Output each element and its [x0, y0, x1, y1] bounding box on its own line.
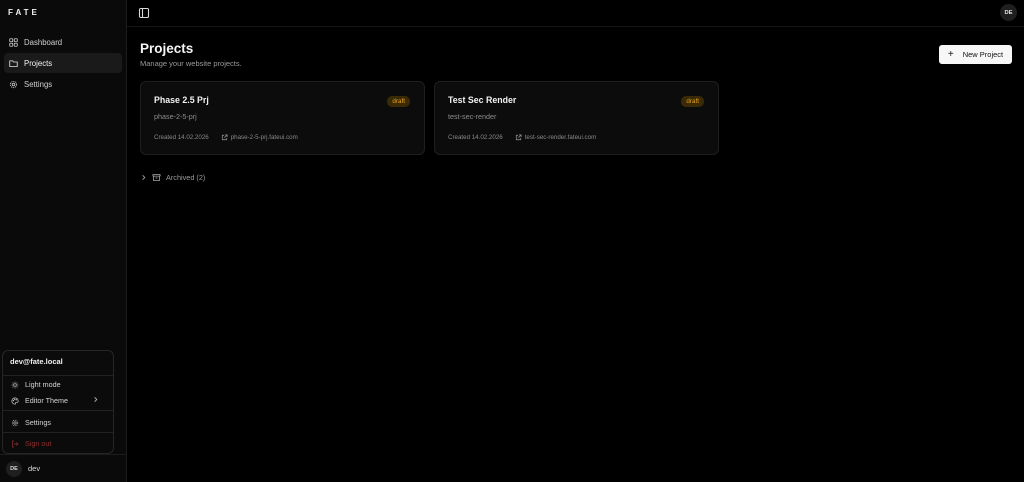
sign-out-icon: [12, 440, 19, 447]
project-name: Test Sec Render: [448, 95, 517, 105]
project-domain-link[interactable]: phase-2-5-prj.fateui.com: [231, 134, 298, 141]
chevron-right-icon: [142, 175, 146, 180]
sidebar-nav: Dashboard Projects Settings: [4, 32, 122, 96]
folder-icon: [9, 60, 18, 67]
page-title: Projects: [140, 41, 194, 56]
menu-item-label: Settings: [25, 418, 51, 427]
project-meta: Created 14.02.2026 phase-2-5-prj.fateui.…: [154, 134, 298, 141]
user-menu: dev@fate.local Light mode Editor Theme S…: [2, 350, 114, 454]
user-email: dev@fate.local: [10, 357, 63, 366]
menu-item-sign-out[interactable]: Sign out: [6, 436, 111, 451]
menu-divider: [3, 375, 113, 376]
app-root: FATE Dashboard Projects Settings DE dev …: [0, 0, 1024, 482]
sidebar-item-dashboard[interactable]: Dashboard: [4, 32, 122, 52]
archived-label: Archived (2): [166, 173, 206, 182]
external-link-icon: [515, 134, 522, 141]
user-profile-button[interactable]: DE dev: [0, 454, 127, 482]
gear-icon: [9, 81, 18, 89]
archived-toggle[interactable]: Archived (2): [140, 171, 205, 184]
user-name: dev: [28, 464, 41, 473]
sidebar-item-label: Dashboard: [24, 37, 63, 47]
menu-item-label: Light mode: [25, 380, 61, 389]
menu-divider: [3, 410, 113, 411]
project-name: Phase 2.5 Prj: [154, 95, 209, 105]
user-avatar-button[interactable]: DE: [1000, 4, 1017, 21]
menu-item-settings[interactable]: Settings: [6, 415, 111, 430]
app-logo: FATE: [8, 8, 40, 17]
sidebar-item-settings[interactable]: Settings: [4, 75, 122, 95]
topbar: DE: [127, 0, 1024, 27]
sidebar-item-label: Settings: [24, 80, 53, 90]
archive-icon: [152, 173, 161, 182]
project-created: Created 14.02.2026: [448, 134, 503, 141]
sidebar-item-projects[interactable]: Projects: [4, 53, 122, 74]
sidebar-item-label: Projects: [24, 58, 53, 68]
new-project-label: New Project: [962, 50, 1004, 59]
avatar: DE: [6, 460, 22, 477]
project-slug: test-sec-render: [448, 112, 497, 121]
sidebar-toggle-icon[interactable]: [138, 7, 150, 19]
project-domain-link[interactable]: test-sec-render.fateui.com: [525, 134, 597, 141]
menu-divider: [3, 432, 113, 433]
dashboard-icon: [9, 37, 18, 47]
menu-item-label: Sign out: [25, 439, 52, 448]
page-subtitle: Manage your website projects.: [140, 59, 242, 68]
gear-icon: [11, 419, 19, 426]
menu-item-editor-theme[interactable]: Editor Theme: [6, 393, 111, 408]
sun-icon: [11, 381, 19, 388]
palette-icon: [11, 396, 19, 405]
new-project-button[interactable]: + New Project: [939, 45, 1012, 64]
menu-item-light-mode[interactable]: Light mode: [6, 377, 111, 392]
project-card[interactable]: Test Sec Render draft test-sec-render Cr…: [434, 81, 719, 155]
project-created: Created 14.02.2026: [154, 134, 209, 141]
status-badge: draft: [681, 96, 704, 107]
external-link-icon: [221, 134, 228, 141]
project-slug: phase-2-5-prj: [154, 112, 197, 121]
project-meta: Created 14.02.2026 test-sec-render.fateu…: [448, 134, 596, 141]
status-badge: draft: [387, 96, 410, 107]
plus-icon: +: [947, 48, 954, 60]
project-card[interactable]: Phase 2.5 Prj draft phase-2-5-prj Create…: [140, 81, 425, 155]
chevron-right-icon: [94, 397, 98, 402]
menu-item-label: Editor Theme: [25, 396, 69, 405]
